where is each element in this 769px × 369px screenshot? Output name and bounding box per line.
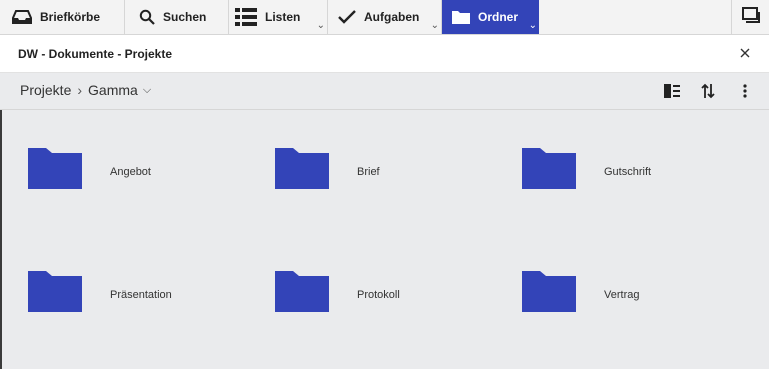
folder-item-vertrag[interactable]: Vertrag — [522, 271, 639, 312]
toolbar-lists-button[interactable]: Listen ⌄ — [229, 0, 328, 34]
toolbar-folders-label: Ordner — [478, 10, 519, 24]
folder-icon — [28, 148, 82, 189]
folder-label: Präsentation — [110, 289, 172, 301]
breadcrumb: Projekte › Gamma ⌵ — [20, 82, 151, 98]
inbox-tray-icon — [12, 9, 32, 25]
toolbar-tasks-label: Aufgaben — [364, 10, 420, 24]
folder-item-gutschrift[interactable]: Gutschrift — [522, 148, 651, 189]
folder-label: Vertrag — [604, 289, 640, 301]
folder-label: Gutschrift — [604, 166, 652, 178]
folder-label: Protokoll — [357, 289, 400, 301]
sort-icon — [701, 83, 715, 99]
list-icon — [235, 8, 257, 26]
close-button[interactable] — [735, 43, 755, 63]
folder-icon — [522, 148, 576, 189]
breadcrumb-item-gamma[interactable]: Gamma — [88, 82, 138, 98]
folder-icon — [522, 271, 576, 312]
toolbar-inboxes-button[interactable]: Briefkörbe — [0, 0, 125, 34]
chevron-down-icon[interactable]: ⌄ — [317, 20, 325, 31]
window-restore-icon — [741, 6, 760, 28]
chevron-down-icon[interactable]: ⌵ — [143, 84, 151, 97]
chevron-down-icon[interactable]: ⌄ — [529, 20, 537, 31]
close-icon — [740, 48, 750, 58]
chevron-down-icon[interactable]: ⌄ — [431, 20, 439, 31]
details-pane-icon — [664, 84, 680, 98]
more-vertical-icon — [743, 84, 747, 98]
more-options-button[interactable] — [735, 81, 755, 101]
folder-item-brief[interactable]: Brief — [275, 148, 380, 189]
main-toolbar: Briefkörbe Suchen Listen ⌄ Aufgaben ⌄ Or… — [0, 0, 769, 35]
folder-label: Brief — [357, 166, 380, 178]
breadcrumb-separator-icon: › — [77, 82, 83, 98]
folder-item-praesentation[interactable]: Präsentation — [28, 271, 172, 312]
folder-icon — [28, 271, 82, 312]
folder-icon — [275, 148, 329, 189]
details-pane-button[interactable] — [662, 81, 682, 101]
toolbar-tasks-button[interactable]: Aufgaben ⌄ — [328, 0, 442, 34]
folder-grid: Angebot Brief Gutschrift Präsentation Pr… — [0, 110, 769, 369]
window-titlebar: DW - Dokumente - Projekte — [0, 35, 769, 73]
window-restore-button[interactable] — [731, 0, 769, 34]
window-title: DW - Dokumente - Projekte — [18, 47, 173, 61]
folder-item-protokoll[interactable]: Protokoll — [275, 271, 400, 312]
toolbar-search-button[interactable]: Suchen — [125, 0, 229, 34]
folder-icon — [452, 10, 470, 24]
breadcrumb-item-projekte[interactable]: Projekte — [20, 82, 71, 98]
folder-item-angebot[interactable]: Angebot — [28, 148, 151, 189]
search-icon — [139, 9, 155, 25]
toolbar-search-label: Suchen — [163, 10, 207, 24]
folder-label: Angebot — [110, 166, 151, 178]
toolbar-inboxes-label: Briefkörbe — [40, 10, 101, 24]
toolbar-folders-button[interactable]: Ordner ⌄ — [442, 0, 539, 34]
checkmark-icon — [338, 9, 356, 25]
folder-icon — [275, 271, 329, 312]
toolbar-lists-label: Listen — [265, 10, 301, 24]
breadcrumb-bar: Projekte › Gamma ⌵ — [0, 73, 769, 110]
left-divider — [0, 110, 2, 369]
sort-button[interactable] — [698, 81, 718, 101]
